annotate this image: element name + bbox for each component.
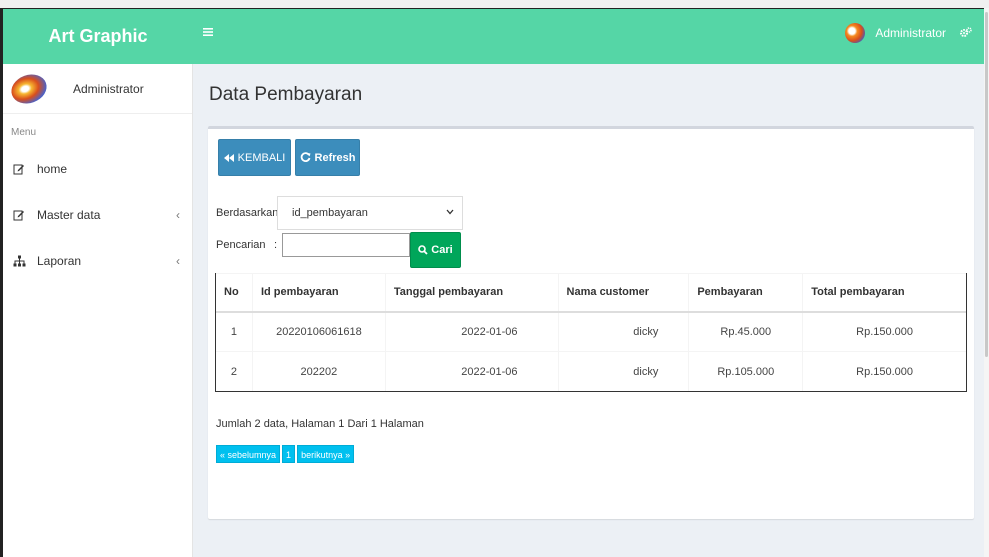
back-label: KEMBALI xyxy=(237,151,286,164)
sidebar-item-label: Laporan xyxy=(37,254,82,268)
search-button-label: Cari xyxy=(431,244,453,256)
pagination-prev[interactable]: « sebelumnya xyxy=(216,445,281,463)
bars-icon[interactable] xyxy=(203,27,217,43)
topbar: Art Graphic Administrator xyxy=(3,9,984,64)
page-scrollbar[interactable] xyxy=(984,8,989,557)
cell-tanggal-pembayaran: 2022-01-06 xyxy=(384,351,559,392)
edit-icon xyxy=(13,209,31,221)
header-total-pembayaran[interactable]: Total pembayaran xyxy=(802,273,967,313)
sidebar-item-home[interactable]: home xyxy=(3,146,192,192)
sidebar-item-label: Master data xyxy=(37,208,101,222)
search-label: Pencarian xyxy=(216,239,266,251)
filter-by-label: Berdasarkan: xyxy=(216,207,282,219)
sidebar-item-laporan[interactable]: Laporan ‹ xyxy=(3,238,192,284)
sidebar-user-name: Administrator xyxy=(73,81,144,96)
main-content: Data Pembayaran KEMBALI Refresh Berdasar… xyxy=(193,64,984,557)
user-panel: Administrator xyxy=(3,64,192,114)
chevron-down-icon xyxy=(446,209,454,215)
cell-pembayaran: Rp.105.000 xyxy=(688,351,804,392)
sidebar-item-label: home xyxy=(37,162,68,176)
data-summary: Jumlah 2 data, Halaman 1 Dari 1 Halaman xyxy=(216,418,424,430)
app-logo[interactable]: Art Graphic xyxy=(3,9,193,64)
cell-total-pembayaran: Rp.150.000 xyxy=(802,351,967,392)
refresh-icon xyxy=(300,152,311,162)
cell-total-pembayaran: Rp.150.000 xyxy=(802,311,967,352)
refresh-button[interactable]: Refresh xyxy=(295,139,360,176)
cell-nama-customer: dicky xyxy=(557,311,690,352)
chevron-left-icon: ‹ xyxy=(176,208,180,222)
header-tanggal-pembayaran[interactable]: Tanggal pembayaran xyxy=(384,273,559,313)
gears-icon[interactable] xyxy=(960,27,972,41)
app-frame: Art Graphic Administrator Administrator … xyxy=(0,8,984,557)
header-id-pembayaran[interactable]: Id pembayaran xyxy=(251,273,386,313)
avatar xyxy=(7,69,51,108)
payment-table: No Id pembayaran Tanggal pembayaran Nama… xyxy=(215,273,967,392)
scrollbar-thumb[interactable] xyxy=(985,12,988,357)
search-input[interactable] xyxy=(282,233,410,257)
cell-id-pembayaran: 202202 xyxy=(251,351,386,392)
page-title: Data Pembayaran xyxy=(209,84,363,105)
filter-by-select[interactable]: id_pembayaran xyxy=(277,196,463,230)
cell-tanggal-pembayaran: 2022-01-06 xyxy=(384,311,559,352)
search-icon xyxy=(418,245,428,255)
search-separator: : xyxy=(274,239,278,251)
cell-pembayaran: Rp.45.000 xyxy=(688,311,804,352)
table-row: 1 20220106061618 2022-01-06 dicky Rp.45.… xyxy=(215,311,967,352)
pagination-next[interactable]: berikutnya » xyxy=(297,445,355,463)
cell-no: 1 xyxy=(215,311,253,352)
header-nama-customer[interactable]: Nama customer xyxy=(557,273,690,313)
cell-id-pembayaran: 20220106061618 xyxy=(251,311,386,352)
search-button[interactable]: Cari xyxy=(410,232,461,268)
sitemap-icon xyxy=(13,255,31,267)
header-no[interactable]: No xyxy=(215,273,253,313)
table-row: 2 202202 2022-01-06 dicky Rp.105.000 Rp.… xyxy=(215,351,967,392)
back-button[interactable]: KEMBALI xyxy=(218,139,291,176)
user-menu[interactable]: Administrator xyxy=(845,23,946,43)
refresh-label: Refresh xyxy=(314,151,356,164)
sidebar-item-master-data[interactable]: Master data ‹ xyxy=(3,192,192,238)
pagination-page-1[interactable]: 1 xyxy=(282,445,296,463)
filter-by-value: id_pembayaran xyxy=(292,207,368,219)
menu-header: Menu xyxy=(11,127,37,138)
sidebar: Administrator Menu home Master data ‹ La… xyxy=(3,64,193,557)
edit-icon xyxy=(13,163,31,175)
fast-backward-icon xyxy=(223,153,234,162)
table-header-row: No Id pembayaran Tanggal pembayaran Nama… xyxy=(215,273,967,313)
content-box: KEMBALI Refresh Berdasarkan: id_pembayar… xyxy=(208,126,974,519)
pagination: « sebelumnya 1 berikutnya » xyxy=(216,445,355,463)
cell-nama-customer: dicky xyxy=(557,351,690,392)
avatar xyxy=(845,23,866,43)
chevron-left-icon: ‹ xyxy=(176,254,180,268)
cell-no: 2 xyxy=(215,351,253,392)
user-name: Administrator xyxy=(875,26,946,40)
header-pembayaran[interactable]: Pembayaran xyxy=(688,273,804,313)
